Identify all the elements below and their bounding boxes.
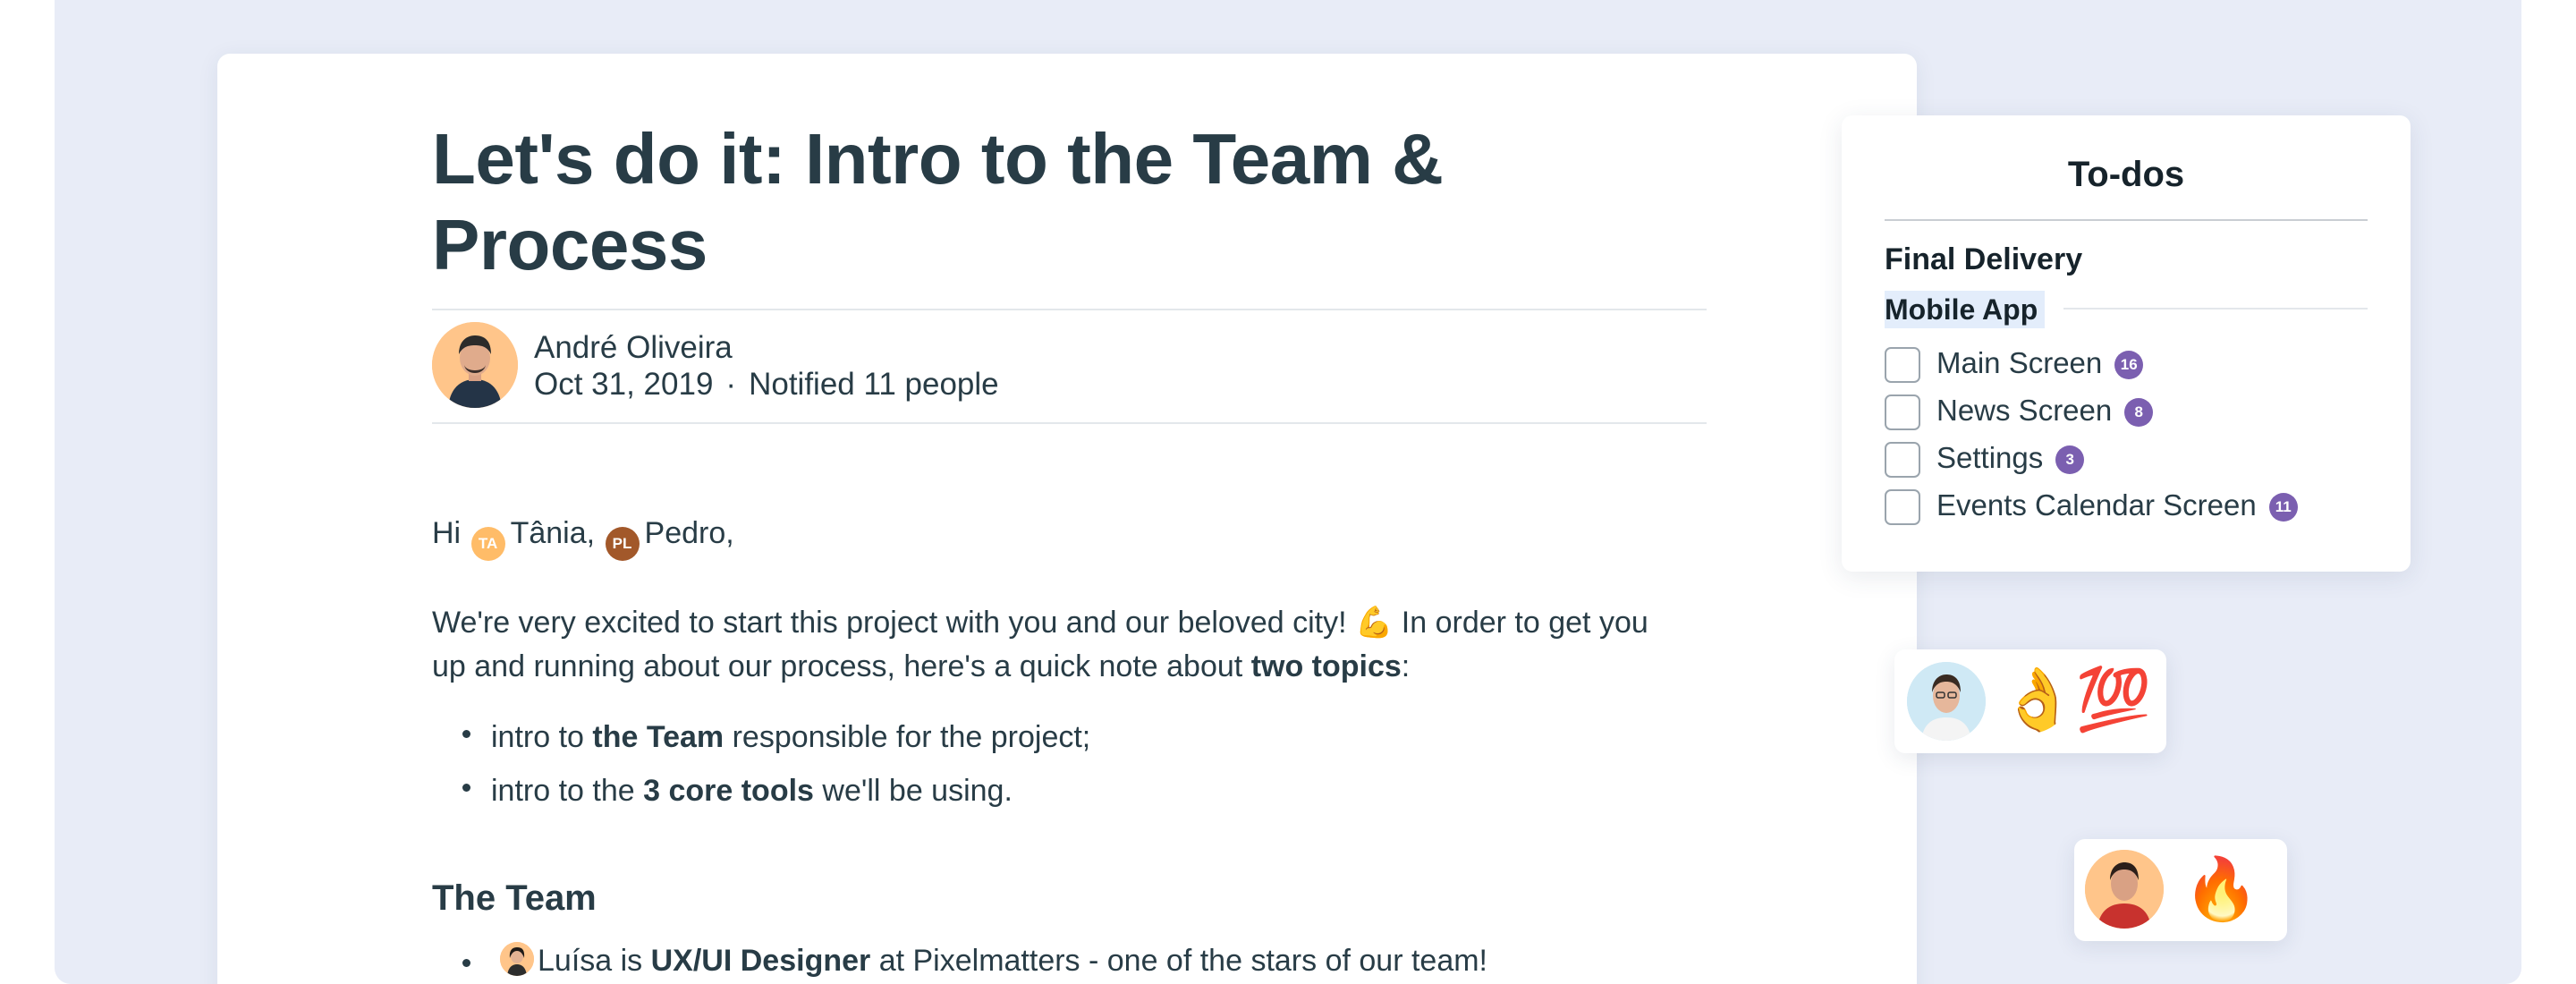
todo-item[interactable]: Settings 3 [1885, 438, 2085, 479]
list-item-text: Luísa is [538, 944, 651, 978]
paragraph-bold: two topics [1250, 649, 1402, 683]
mention-avatar[interactable]: TA [470, 527, 505, 561]
list-item-bold: 3 core tools [643, 774, 814, 808]
list-item-bold: UX/UI Designer [650, 944, 871, 978]
subgroup-divider [2063, 308, 2368, 310]
todo-checkbox[interactable] [1885, 442, 1920, 479]
title-divider [432, 309, 1707, 310]
todo-checkbox[interactable] [1885, 347, 1920, 384]
list-item: intro to the Team responsible for the pr… [432, 710, 1707, 764]
team-list: Luísa is UX/UI Designer at Pixelmatters … [432, 939, 1707, 983]
list-item-text: at Pixelmatters - one of the stars of ou… [870, 944, 1487, 978]
todo-subgroup-title[interactable]: Mobile App [1885, 291, 2046, 328]
intro-paragraph: We're very excited to start this project… [432, 601, 1657, 689]
list-item: intro to the 3 core tools we'll be using… [432, 764, 1707, 818]
list-item-text: intro to [491, 720, 593, 754]
todo-label: Settings [1936, 441, 2044, 474]
meta-separator: · [725, 367, 737, 402]
mention-name[interactable]: Pedro, [645, 516, 734, 550]
list-item: Luísa is UX/UI Designer at Pixelmatters … [432, 939, 1707, 983]
reaction-avatar [1907, 662, 1986, 741]
paragraph-text: : [1401, 649, 1411, 683]
todo-label: Events Calendar Screen [1936, 488, 2257, 522]
list-item-bold: the Team [592, 720, 724, 754]
reaction-avatar [2085, 850, 2164, 929]
author-avatar[interactable] [432, 322, 518, 408]
page-title: Let's do it: Intro to the Team & Process [432, 119, 1444, 284]
notified-count[interactable]: Notified 11 people [749, 367, 999, 402]
todo-label: News Screen [1936, 394, 2113, 427]
mention-avatar[interactable]: PL [605, 527, 640, 561]
greeting-prefix: Hi [432, 516, 462, 550]
section-heading: The Team [432, 878, 597, 918]
todo-label: Main Screen [1936, 346, 2103, 379]
list-item-text: we'll be using. [813, 774, 1013, 808]
intro-bullet-list: intro to the Team responsible for the pr… [432, 710, 1707, 818]
comment-count-badge: 3 [2055, 445, 2085, 475]
comment-count-badge: 8 [2124, 398, 2154, 428]
post-date: Oct 31, 2019 [534, 367, 714, 402]
comment-count-badge: 16 [2114, 351, 2144, 380]
person-photo-icon [432, 322, 518, 408]
paragraph-text: We're very excited to start this project… [432, 606, 1356, 640]
todo-checkbox[interactable] [1885, 394, 1920, 431]
person-photo-icon [1907, 662, 1986, 741]
todo-group-title[interactable]: Final Delivery [1885, 241, 2082, 278]
comment-count-badge: 11 [2268, 493, 2298, 522]
document-card: Let's do it: Intro to the Team & Process… [217, 54, 1917, 984]
post-meta: Oct 31, 2019 · Notified 11 people [534, 366, 999, 403]
meta-divider [432, 422, 1707, 424]
reaction-card[interactable]: 🔥 [2074, 839, 2287, 941]
todos-title: To-dos [2067, 155, 2185, 194]
flexed-biceps-emoji: 💪 [1355, 606, 1394, 640]
person-photo-icon [2085, 850, 2164, 929]
todo-checkbox[interactable] [1885, 489, 1920, 526]
author-name[interactable]: André Oliveira [534, 330, 733, 366]
ok-hand-hundred-emojis: 👌💯 [2000, 666, 2152, 734]
person-photo-icon [500, 942, 534, 976]
fire-emoji: 🔥 [2183, 855, 2259, 923]
list-item-text: intro to the [491, 774, 644, 808]
page-background: Let's do it: Intro to the Team & Process… [55, 0, 2521, 984]
reaction-card[interactable]: 👌💯 [1894, 649, 2166, 753]
todos-card: To-dos Final Delivery Mobile App Main Sc… [1842, 115, 2411, 572]
todo-item[interactable]: News Screen 8 [1885, 391, 2154, 431]
list-item-text: responsible for the project; [724, 720, 1091, 754]
todo-item[interactable]: Events Calendar Screen 11 [1885, 486, 2298, 526]
greeting-line: Hi TA Tânia, PL Pedro, [432, 512, 1707, 561]
team-member-avatar[interactable] [500, 942, 534, 976]
todo-item[interactable]: Main Screen 16 [1885, 344, 2144, 384]
mention-name[interactable]: Tânia, [511, 516, 596, 550]
todos-divider [1885, 219, 2368, 221]
